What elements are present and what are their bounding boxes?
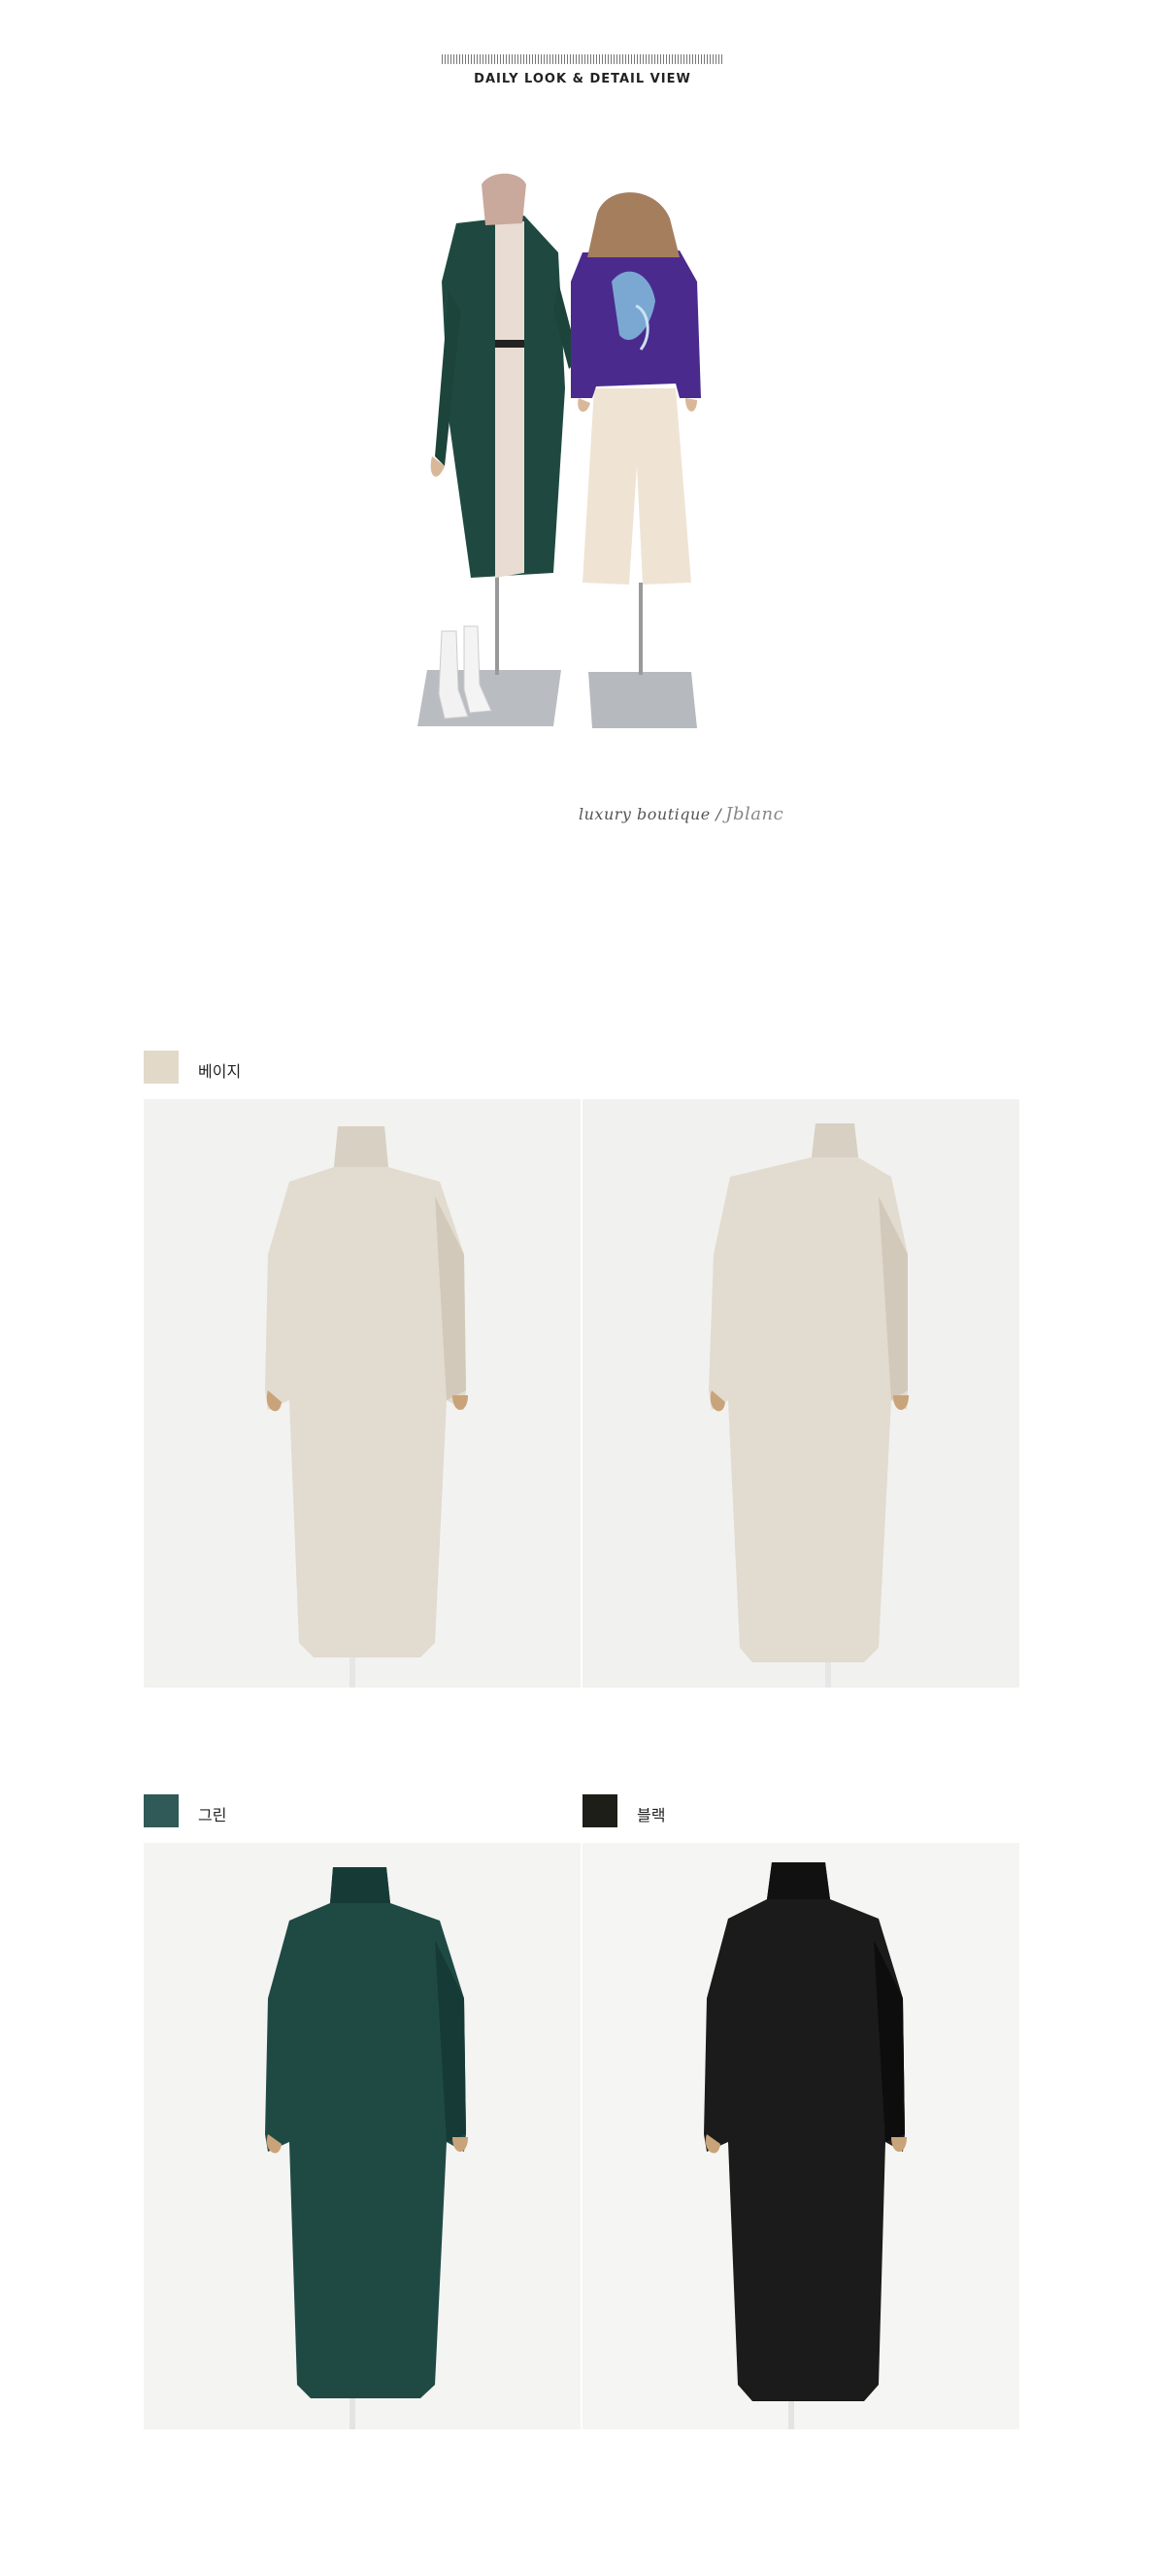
color-label-black: 블랙 — [637, 1806, 666, 1824]
hero-mannequin-image — [388, 165, 777, 748]
color-swatch-beige — [144, 1051, 179, 1084]
color-label-green: 그린 — [198, 1806, 227, 1824]
beige-dress-back-photo — [582, 1099, 1019, 1688]
turtleneck-dress-icon — [582, 1843, 1019, 2429]
color-label-beige: 베이지 — [198, 1062, 242, 1081]
page-title: DAILY LOOK & DETAIL VIEW — [474, 72, 691, 86]
color-swatch-green — [144, 1794, 179, 1827]
turtleneck-dress-icon — [144, 1843, 581, 2429]
green-dress-photo — [144, 1843, 581, 2429]
brand-signature: luxury boutique / Jblanc — [579, 804, 783, 824]
signature-script: Jblanc — [725, 804, 784, 824]
color-swatch-black — [582, 1794, 617, 1827]
signature-text: luxury boutique / — [579, 805, 722, 823]
black-dress-photo — [582, 1843, 1019, 2429]
turtleneck-dress-icon — [144, 1099, 581, 1688]
beige-dress-front-photo — [144, 1099, 581, 1688]
header-divider — [442, 54, 723, 64]
turtleneck-dress-icon — [582, 1099, 1019, 1688]
mannequin-outfits-icon — [417, 173, 701, 728]
